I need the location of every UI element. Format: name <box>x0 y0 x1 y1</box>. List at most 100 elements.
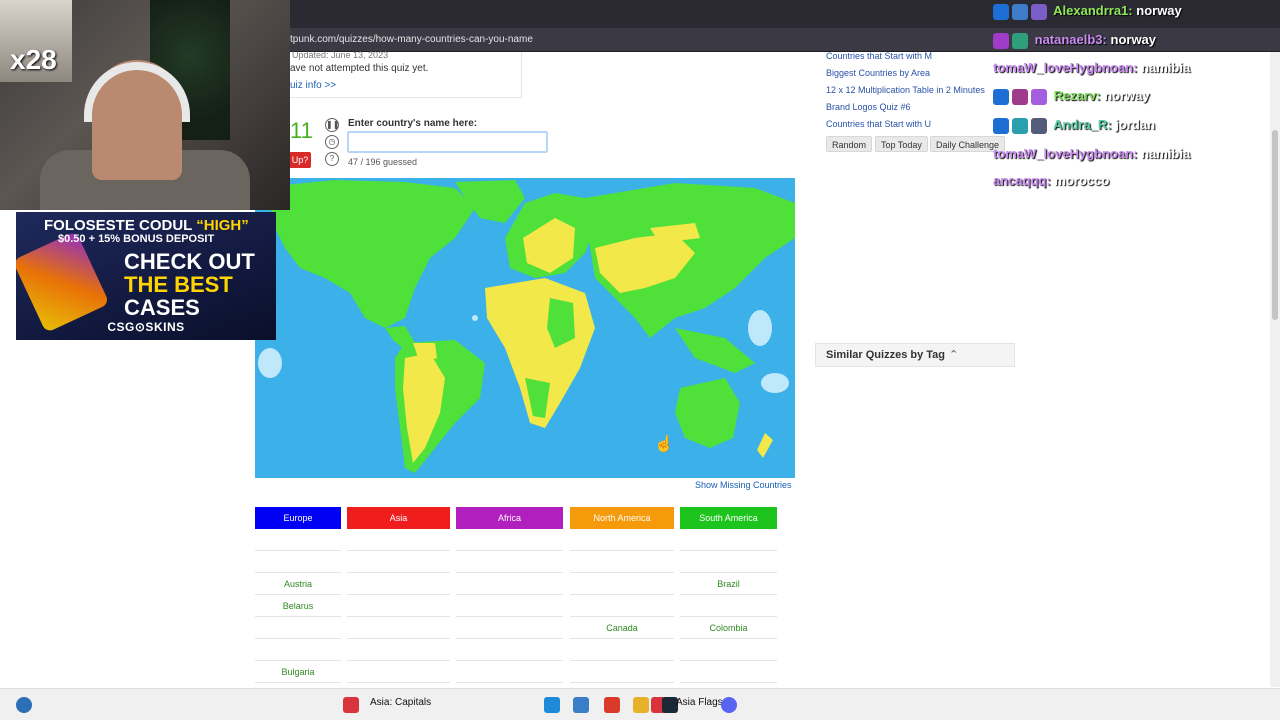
similar-quizzes-title: Similar Quizzes by Tag <box>826 349 945 361</box>
related-quiz-link[interactable]: Brand Logos Quiz #6 <box>826 99 985 116</box>
answer-input[interactable] <box>347 131 548 153</box>
screen: tpunk.com/quizzes/how-many-countries-can… <box>0 0 1280 720</box>
answer-cell <box>570 551 674 573</box>
answer-cell <box>456 529 563 551</box>
answer-cell: Bulgaria <box>255 661 341 683</box>
chat-badge-icon <box>1031 117 1047 134</box>
answer-cell <box>347 639 450 661</box>
answer-cell: Austria <box>255 573 341 595</box>
browser-icon[interactable] <box>604 697 620 713</box>
sponsor-ad: FOLOSESTE CODUL “HIGH” $0.50 + 15% BONUS… <box>16 212 276 340</box>
page-scrollbar[interactable] <box>1270 52 1280 687</box>
map-arctic-ice <box>748 310 772 346</box>
column-asia: Asia <box>347 507 450 683</box>
ad-headline-3: CASES <box>124 295 200 320</box>
answer-cell <box>570 595 674 617</box>
answer-cell <box>680 551 777 573</box>
map-se-asia <box>675 328 755 373</box>
chat-badge-icon <box>1012 117 1028 134</box>
knife-icon <box>16 230 110 334</box>
answer-cell <box>680 595 777 617</box>
column-header-asia: Asia <box>347 507 450 529</box>
column-europe: Europe Austria Belarus Bulgaria <box>255 507 341 683</box>
show-missing-link[interactable]: Show Missing Countries <box>695 480 792 490</box>
column-header-north-america: North America <box>570 507 674 529</box>
related-quiz-link[interactable]: Biggest Countries by Area <box>826 65 985 82</box>
column-north-america: North America Canada <box>570 507 674 683</box>
guessed-count: 47 / 196 guessed <box>348 157 418 167</box>
related-quiz-link[interactable]: Countries that Start with U <box>826 116 985 133</box>
multiplier-text: x28 <box>10 44 57 75</box>
chat-badge-icon <box>993 3 1009 20</box>
related-quiz-link[interactable]: 12 x 12 Multiplication Table in 2 Minute… <box>826 82 985 99</box>
chat-badge-icon <box>1012 88 1028 105</box>
answer-cell <box>347 595 450 617</box>
column-africa: Africa <box>456 507 563 683</box>
answer-cell <box>570 661 674 683</box>
chat-message: tomaW_loveHygbnoan: namibia <box>993 146 1191 161</box>
give-up-button[interactable]: Up? <box>289 152 311 168</box>
map-island <box>472 315 478 321</box>
clock-icon: ◷ <box>325 135 339 149</box>
chat-message: Alexandrra1: norway <box>993 3 1182 20</box>
quiz-timer: 11 <box>290 118 313 143</box>
answer-cell <box>680 661 777 683</box>
answer-cell <box>570 529 674 551</box>
answer-cell <box>456 551 563 573</box>
ad-promo-line: FOLOSESTE CODUL “HIGH” <box>44 217 249 234</box>
answer-cell <box>680 529 777 551</box>
answer-cell <box>347 529 450 551</box>
related-quiz-link[interactable]: Countries that Start with M <box>826 48 985 65</box>
answer-cell <box>570 639 674 661</box>
url-text[interactable]: tpunk.com/quizzes/how-many-countries-can… <box>290 34 533 45</box>
windows-icon[interactable] <box>544 697 560 713</box>
scrollbar-thumb[interactable] <box>1272 130 1278 320</box>
answer-cell <box>255 529 341 551</box>
map-new-zealand <box>757 433 773 458</box>
random-button[interactable]: Random <box>826 136 873 152</box>
taskbar-window-title[interactable]: Asia: Capitals <box>370 697 431 708</box>
answer-cell: Colombia <box>680 617 777 639</box>
help-icon[interactable]: ? <box>325 152 339 166</box>
chat-badge-icon <box>993 32 1009 49</box>
answer-cell <box>347 617 450 639</box>
map-hawaii-ice <box>258 348 282 378</box>
column-header-south-america: South America <box>680 507 777 529</box>
os-taskbar: Asia: Capitals Asia Flags <box>0 688 1280 720</box>
chat-message: Rezarv: norway <box>993 88 1150 105</box>
answer-cell <box>255 639 341 661</box>
start-icon[interactable] <box>16 697 32 713</box>
discord-icon[interactable] <box>721 697 737 713</box>
world-map-svg <box>258 180 795 473</box>
chat-badge-icon <box>1012 32 1028 49</box>
map-pacific-ice <box>761 373 789 393</box>
column-header-europe: Europe <box>255 507 341 529</box>
quiz-info-link[interactable]: uiz info >> <box>290 80 336 91</box>
folder-icon[interactable] <box>633 697 649 713</box>
answer-cell <box>456 639 563 661</box>
chat-badge-icon <box>1012 3 1028 20</box>
answer-cell <box>456 595 563 617</box>
map-north-america <box>270 180 475 328</box>
taskbar-window-title[interactable]: Asia Flags <box>676 697 723 708</box>
answer-cell <box>347 573 450 595</box>
mouse-cursor-icon: ☝ <box>654 436 674 453</box>
world-map[interactable] <box>255 178 795 478</box>
chevron-up-icon: ⌃ <box>949 349 959 361</box>
answer-cell <box>570 573 674 595</box>
app-icon[interactable] <box>573 697 589 713</box>
pause-icon[interactable]: ❚❚ <box>325 118 339 132</box>
answer-cell <box>255 617 341 639</box>
top-today-button[interactable]: Top Today <box>875 136 928 152</box>
related-quizzes-list: Countries that Start with M Biggest Coun… <box>826 48 985 133</box>
answer-cell <box>456 661 563 683</box>
answer-cell: Belarus <box>255 595 341 617</box>
app-icon[interactable] <box>343 697 359 713</box>
quiz-updated-date: Updated: June 13, 2023 <box>292 50 389 60</box>
chat-message: tomaW_loveHygbnoan: namibia <box>993 60 1191 75</box>
answer-cell: Brazil <box>680 573 777 595</box>
answer-label: Enter country's name here: <box>348 118 478 129</box>
ad-brand-logo: CSG⊙SKINS <box>107 320 185 334</box>
map-australia <box>675 378 740 448</box>
similar-quizzes-header[interactable]: Similar Quizzes by Tag ⌃ <box>815 343 1015 367</box>
